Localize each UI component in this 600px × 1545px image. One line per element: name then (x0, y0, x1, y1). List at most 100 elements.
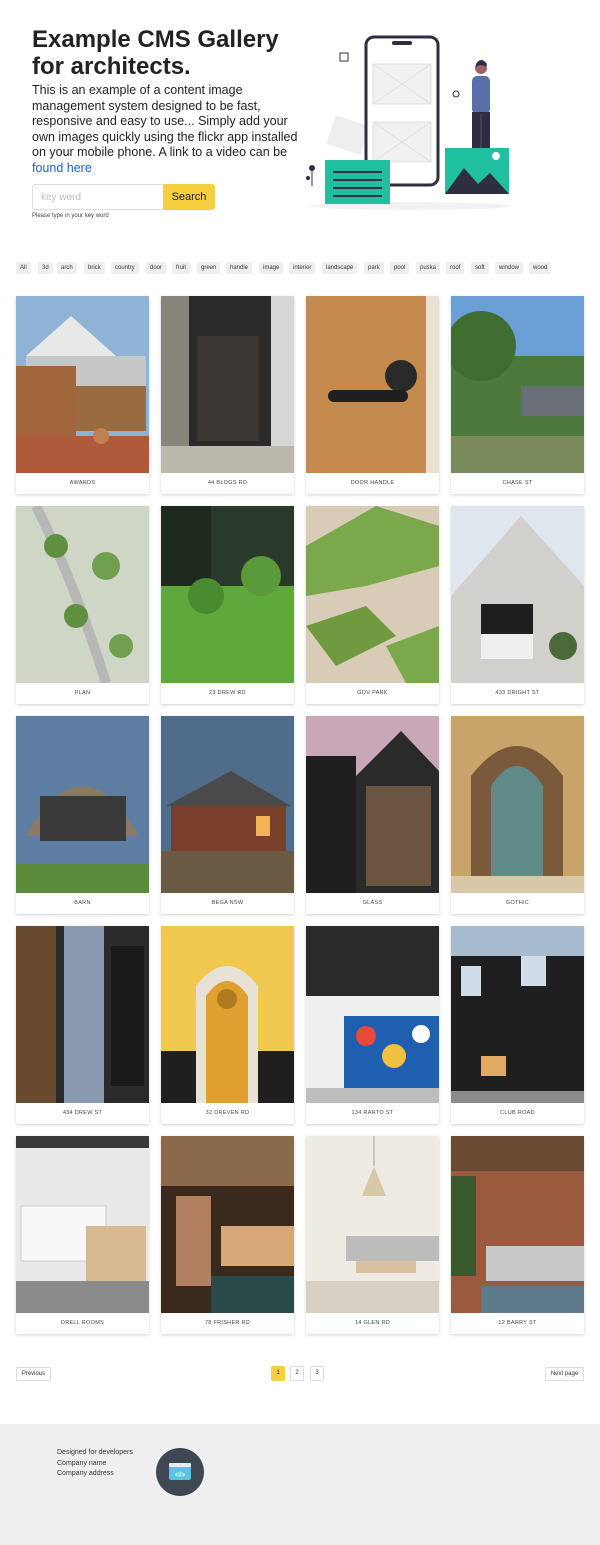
tag-landscape[interactable]: landscape (322, 262, 358, 274)
gallery-card[interactable]: PLAN (16, 506, 149, 704)
footer-tagline: Designed for developers (57, 1449, 133, 1456)
gallery-caption: PLAN (74, 690, 91, 696)
gallery-caption: 134 RARTO ST (351, 1110, 394, 1116)
gallery-image (306, 1136, 439, 1313)
gallery-caption: 23 DREW RD (209, 690, 246, 696)
hero-description-text: This is an example of a content image ma… (32, 83, 298, 159)
gallery-image (306, 296, 439, 473)
gallery-card[interactable]: 433 DRIGHT ST (451, 506, 584, 704)
gallery-caption: AWARDS (69, 480, 96, 486)
tag-filter-bar: All 3d arch brick country door fruit gre… (16, 262, 596, 274)
gallery-image (161, 1136, 294, 1313)
gallery-caption: GOTHIC (505, 900, 530, 906)
tag-3d[interactable]: 3d (38, 262, 53, 274)
gallery-card[interactable]: 134 RARTO ST (306, 926, 439, 1124)
gallery-card[interactable]: 44 BLOGS RD (161, 296, 294, 494)
tag-handle[interactable]: handle (226, 262, 253, 274)
tag-country[interactable]: country (111, 262, 139, 274)
tag-puska[interactable]: puska (416, 262, 441, 274)
footer-company-address: Company address (57, 1470, 114, 1477)
svg-text:</>: </> (175, 1472, 185, 1479)
gallery-card[interactable]: 14 GLEN RD (306, 1136, 439, 1334)
gallery-card[interactable]: 434 DREW ST (16, 926, 149, 1124)
gallery-caption: DOOR HANDLE (350, 480, 395, 486)
tag-window[interactable]: window (495, 262, 524, 274)
gallery-image (451, 926, 584, 1103)
gallery-image (16, 926, 149, 1103)
tag-pool[interactable]: pool (390, 262, 410, 274)
gallery-caption: 14 GLEN RD (354, 1320, 391, 1326)
gallery-card[interactable]: 23 DREW RD (161, 506, 294, 704)
gallery-image (451, 506, 584, 683)
tag-soft[interactable]: soft (471, 262, 489, 274)
gallery-image (161, 296, 294, 473)
page-2-button[interactable]: 2 (290, 1366, 304, 1381)
gallery-image (451, 716, 584, 893)
gallery-card[interactable]: GOTHIC (451, 716, 584, 914)
gallery-image (451, 1136, 584, 1313)
gallery-caption: 433 DRIGHT ST (495, 690, 540, 696)
gallery-caption: BEGA NSW (211, 900, 244, 906)
page-3-button[interactable]: 3 (310, 1366, 324, 1381)
next-page-button[interactable]: Next page (545, 1367, 584, 1381)
tag-interior[interactable]: interior (289, 262, 316, 274)
gallery-image (161, 506, 294, 683)
gallery-image (306, 506, 439, 683)
gallery-card[interactable]: BARN (16, 716, 149, 914)
gallery-image (161, 926, 294, 1103)
gallery-card[interactable]: BEGA NSW (161, 716, 294, 914)
gallery-caption: GLASS (362, 900, 383, 906)
gallery-image (16, 1136, 149, 1313)
search-button[interactable]: Search (163, 184, 215, 210)
gallery-caption: CLUB ROAD (500, 1110, 535, 1116)
gallery-image (16, 506, 149, 683)
gallery-card[interactable]: GLASS (306, 716, 439, 914)
video-link[interactable]: found here (32, 161, 92, 175)
phone-illustration (306, 35, 510, 210)
gallery-card[interactable]: DRELL ROOMS (16, 1136, 149, 1334)
gallery-image (16, 716, 149, 893)
gallery-card[interactable]: 78 FRISHER RD (161, 1136, 294, 1334)
gallery-card[interactable]: 32 DREVEN RD (161, 926, 294, 1124)
tag-image[interactable]: image (259, 262, 284, 274)
gallery-image (161, 716, 294, 893)
gallery-caption: 434 DREW ST (62, 1110, 103, 1116)
footer-company-name: Company name (57, 1460, 107, 1467)
tag-brick[interactable]: brick (84, 262, 105, 274)
page-title: Example CMS Gallery for architects. (32, 26, 279, 80)
tag-door[interactable]: door (146, 262, 167, 274)
gallery-caption: GOV PARK (357, 690, 388, 696)
gallery-card[interactable]: CLUB ROAD (451, 926, 584, 1124)
tag-all[interactable]: All (16, 262, 31, 274)
gallery-image (451, 296, 584, 473)
tag-fruit[interactable]: fruit (172, 262, 191, 274)
gallery-caption: 44 BLOGS RD (207, 480, 248, 486)
search-hint: Please type in your key word (32, 213, 109, 219)
page-1-button[interactable]: 1 (271, 1366, 285, 1381)
gallery-card[interactable]: DOOR HANDLE (306, 296, 439, 494)
code-window-icon: </> (156, 1448, 204, 1496)
gallery-caption: 32 DREVEN RD (205, 1110, 250, 1116)
gallery-image (306, 926, 439, 1103)
gallery-card[interactable]: CHASE ST (451, 296, 584, 494)
tag-park[interactable]: park (364, 262, 384, 274)
footer (0, 1424, 600, 1545)
gallery-caption: 78 FRISHER RD (204, 1320, 251, 1326)
tag-green[interactable]: green (197, 262, 221, 274)
tag-arch[interactable]: arch (57, 262, 77, 274)
gallery-image (306, 716, 439, 893)
gallery-card[interactable]: 12 BARRY ST (451, 1136, 584, 1334)
hero-section: Example CMS Gallery for architects. This… (0, 0, 600, 240)
gallery-caption: DRELL ROOMS (60, 1320, 105, 1326)
gallery-caption: 12 BARRY ST (498, 1320, 537, 1326)
search-input[interactable] (32, 184, 163, 210)
tag-wood[interactable]: wood (529, 262, 552, 274)
previous-button[interactable]: Previous (16, 1367, 51, 1381)
gallery-image (16, 296, 149, 473)
gallery-card[interactable]: GOV PARK (306, 506, 439, 704)
gallery-card[interactable]: AWARDS (16, 296, 149, 494)
gallery-caption: CHASE ST (502, 480, 533, 486)
hero-description: This is an example of a content image ma… (32, 83, 304, 176)
gallery-caption: BARN (74, 900, 91, 906)
tag-roof[interactable]: roof (446, 262, 465, 274)
